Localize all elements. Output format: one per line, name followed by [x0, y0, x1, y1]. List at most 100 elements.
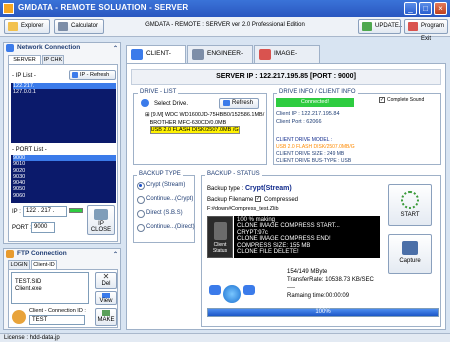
tab-client-id[interactable]: Client-ID	[31, 260, 57, 269]
list-item[interactable]: Client.exe	[15, 286, 85, 293]
ip-refresh-label: IP - Refresh	[80, 72, 110, 78]
capture-label: Capture	[399, 258, 421, 264]
tab-login[interactable]: LOGIN	[8, 260, 30, 269]
connection-indicator	[69, 208, 83, 213]
client-work-panel: SERVER IP : 122.217.195.85 [PORT : 9000]…	[126, 63, 446, 330]
ip-field[interactable]: 122 . 217 .	[23, 206, 67, 217]
network-header: Network Connection ⌃	[4, 43, 120, 53]
pc-right-icon	[243, 285, 255, 295]
backup-type-label: Backup type :	[207, 186, 244, 192]
tab-engineer-mode[interactable]: ENGINEER-MODE	[187, 45, 253, 73]
radio-continue-crypt[interactable]: Continue...(Crypt)	[137, 195, 193, 204]
client-ip: Client IP : 122.217.195.84	[276, 111, 340, 117]
client-work-icon	[131, 49, 143, 60]
collapse-icon[interactable]: ⌃	[113, 250, 118, 260]
tab-server-open[interactable]: SERVER OPEN	[8, 55, 41, 71]
del-label: Del	[101, 281, 111, 287]
delete-icon: ✕	[102, 272, 110, 281]
drive-item[interactable]: BROTHER MFC-630CD/0.0MB	[150, 120, 227, 126]
title-bar: GMDATA - REMOTE SOLUATION - SERVER _ □ ×	[0, 0, 450, 17]
radio-continue-direct[interactable]: Continue...(Direct)	[137, 223, 195, 232]
drive-refresh-button[interactable]: Refresh	[219, 98, 259, 109]
restore-icon	[259, 49, 271, 60]
ip-refresh-button[interactable]: IP - Refresh	[69, 70, 116, 80]
window-title: GMDATA - REMOTE SOLUATION - SERVER	[18, 3, 189, 12]
remaining-time: Ramaing time:00:00:09	[287, 293, 350, 299]
drive-item[interactable]: [9.M] WDC WD1600JD-75HBB0/152586.1MB/	[151, 112, 264, 118]
ip-list-label: - IP List -	[12, 73, 36, 79]
backup-filename-label: Backup Filename :	[207, 197, 257, 203]
pc-left-icon	[209, 285, 221, 295]
ip-close-button[interactable]: IP CLOSE	[87, 205, 115, 235]
client-drive-model-label: CLIENT DRIVE MODEL :	[276, 137, 333, 143]
folder-icon	[8, 22, 18, 31]
ip-list[interactable]: 122.217. 127.0.0.1	[11, 83, 116, 143]
app-icon	[3, 3, 14, 14]
ftp-header: FTP Connection ⌃	[4, 249, 120, 259]
close-button[interactable]: ×	[434, 2, 447, 15]
calculator-icon	[58, 22, 68, 31]
radio-direct-sbs[interactable]: Direct (S.B.S)	[137, 209, 183, 218]
exit-label: Program Exit	[421, 23, 445, 42]
exit-icon	[408, 22, 418, 31]
client-drive-bus: CLIENT DRIVE BUS-TYPE : USB	[276, 158, 352, 164]
transfer-rate: TransferRate: 10538.73 KB/SEC	[287, 277, 374, 283]
backup-path: F:#down#Compress_test.Zlib	[207, 206, 279, 212]
explorer-button[interactable]: Explorer	[4, 19, 50, 34]
compressed-label: Compressed	[264, 197, 299, 203]
client-id-input[interactable]: TEST	[29, 315, 85, 325]
port-field[interactable]: 9000	[31, 222, 55, 233]
client-status-panel: Client Status	[207, 216, 233, 258]
tab-ip-chk[interactable]: IP CHK	[42, 55, 64, 64]
toolbar: Explorer Calculator GMDATA - REMOTE : SE…	[0, 17, 450, 42]
tab-image-restore[interactable]: IMAGE-RESTORE	[254, 45, 320, 73]
make-button[interactable]: MAKE	[95, 308, 117, 326]
view-label: View	[99, 298, 113, 304]
server-open-body: - IP List - IP - Refresh 122.217. 127.0.…	[8, 64, 118, 242]
backup-type-value: Crypt(Stream)	[245, 185, 292, 192]
list-item[interactable]: 127.0.0.1	[13, 89, 116, 95]
ftp-connection-panel: FTP Connection ⌃ LOGIN Client-ID TEST.SI…	[3, 248, 121, 330]
drive-list-title: DRIVE - LIST	[138, 89, 179, 95]
ftp-file-list[interactable]: TEST.SID Client.exe	[11, 272, 89, 304]
pc-icon	[214, 222, 227, 240]
program-exit-button[interactable]: Program Exit	[404, 19, 448, 42]
tree-item[interactable]: ⊞ [9.M] WDC WD1600JD-75HBB0/152586.1MB/	[145, 112, 264, 120]
complete-sound-checkbox[interactable]: ✓	[379, 97, 385, 103]
transfer-divider: ----	[287, 285, 295, 291]
transfer-size: 154/149 MByte	[287, 269, 328, 275]
tab-client-work[interactable]: CLIENT-WORK	[126, 45, 186, 73]
calculator-button[interactable]: Calculator	[54, 19, 104, 34]
client-drive-size: CLIENT DRIVE SIZE : 249 MB	[276, 151, 345, 157]
list-item[interactable]: 9060	[13, 193, 116, 199]
user-icon	[12, 310, 26, 324]
drive-item-selected[interactable]: USB 2.0 FLASH DISK/2507.0MB /G	[149, 126, 240, 134]
start-button[interactable]: START	[388, 184, 432, 226]
edition-label: GMDATA - REMOTE : SERVER ver 2.0 Profess…	[145, 22, 305, 28]
del-button[interactable]: ✕ Del	[95, 272, 117, 289]
tree-item[interactable]: USB 2.0 FLASH DISK/2507.0MB /G	[145, 126, 264, 135]
drive-refresh-label: Refresh	[232, 100, 254, 106]
update-button[interactable]: UPDATE..	[358, 19, 403, 34]
drive-tree[interactable]: ⊞ [9.M] WDC WD1600JD-75HBB0/152586.1MB/ …	[145, 112, 264, 135]
collapse-icon[interactable]: ⌃	[113, 44, 118, 54]
minimize-button[interactable]: _	[404, 2, 417, 15]
client-status-label: Client Status	[212, 242, 228, 254]
start-icon	[401, 191, 419, 209]
globe-icon	[223, 285, 241, 303]
log-line: CLONE FILE DELETE!	[237, 249, 299, 256]
compressed-checkbox[interactable]: ✓	[255, 196, 261, 202]
capture-icon	[402, 241, 418, 255]
progress-bar: 100%	[207, 308, 439, 317]
client-port: Client Port : 62066	[276, 119, 322, 125]
explorer-label: Explorer	[21, 23, 44, 29]
port-list[interactable]: 9000 9010 9020 9030 9040 9050 9060	[11, 155, 116, 203]
capture-button[interactable]: Capture	[388, 234, 432, 274]
server-ip-bar: SERVER IP : 122.217.195.85 [PORT : 9000]	[131, 69, 441, 85]
maximize-button[interactable]: □	[419, 2, 432, 15]
view-button[interactable]: View	[95, 291, 117, 305]
radio-crypt-stream[interactable]: Crypt (Stream)	[137, 181, 185, 190]
ftp-icon	[6, 250, 14, 258]
update-label: UPDATE..	[375, 23, 403, 29]
network-card-icon	[94, 209, 108, 220]
